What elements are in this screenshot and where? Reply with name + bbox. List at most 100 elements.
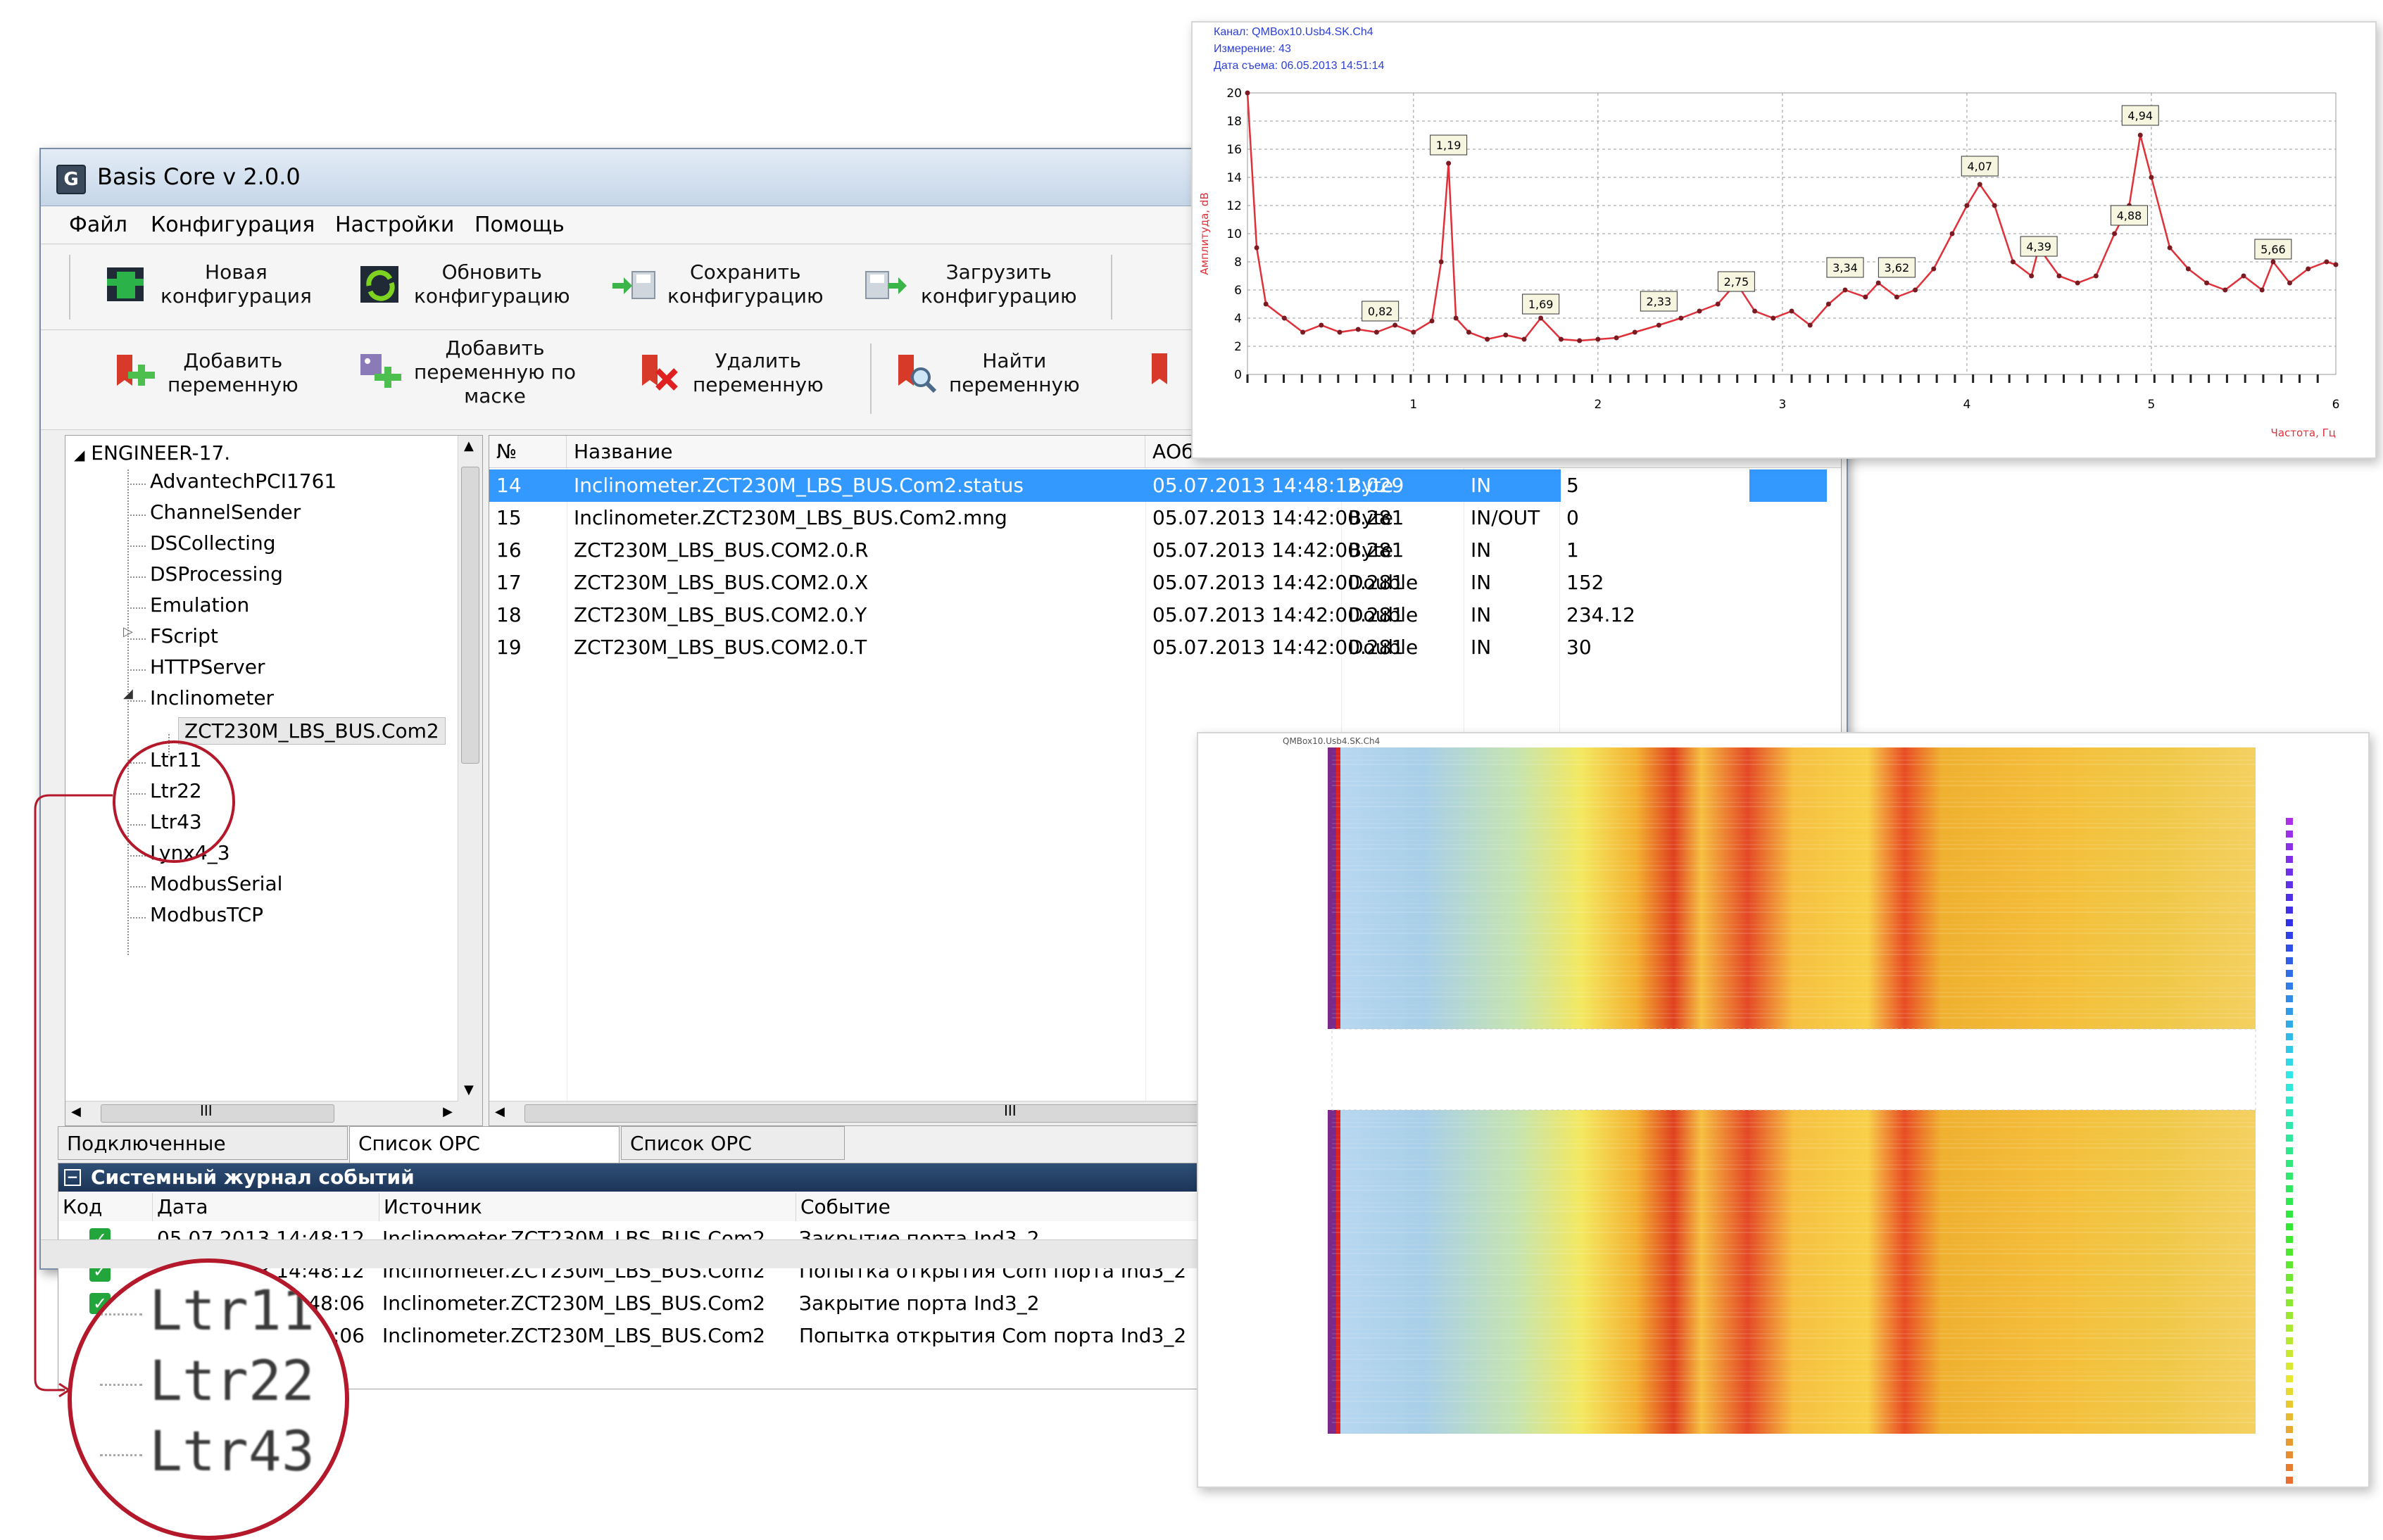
tree-node[interactable]: ModbusTCP — [150, 903, 263, 926]
x-tick-label: 3 — [1778, 398, 1786, 412]
menu-file[interactable]: Файл — [69, 213, 127, 237]
data-point — [2029, 273, 2035, 279]
menu-help[interactable]: Помощь — [474, 213, 565, 237]
menu-configuration[interactable]: Конфигурация — [151, 213, 315, 237]
menu-settings[interactable]: Настройки — [335, 213, 454, 237]
tab-connected-devices[interactable]: Подключенные устройства — [58, 1126, 348, 1189]
table-row[interactable]: 14 Inclinometer.ZCT230M_LBS_BUS.Com2.stat… — [489, 469, 1827, 502]
y-tick-label: 4 — [1234, 312, 1242, 326]
tree-scroll-thumb[interactable] — [461, 467, 479, 764]
data-point — [1697, 308, 1702, 314]
legend-swatch — [2286, 1033, 2293, 1040]
refresh-config-button[interactable]: Обновить конфигурацию — [358, 260, 570, 308]
tree-node[interactable]: AdvantechPCI1761 — [150, 469, 337, 493]
log-col-event[interactable]: Событие — [796, 1193, 1241, 1221]
x-tick-label: 2 — [1594, 398, 1602, 412]
data-point — [1245, 90, 1250, 96]
tree-node[interactable]: DSProcessing — [150, 562, 283, 586]
data-point — [1446, 160, 1452, 166]
tree-hscroll-thumb[interactable]: III — [101, 1102, 334, 1123]
scroll-down-arrow-icon[interactable]: ▼ — [464, 1083, 474, 1097]
load-config-button[interactable]: Загрузить конфигурацию — [864, 260, 1077, 308]
find-variable-button[interactable]: Найти переменную — [893, 349, 1080, 397]
col-name-header[interactable]: Название — [567, 436, 1145, 468]
cell-val: 0 — [1566, 506, 1579, 529]
tree-connector — [127, 576, 146, 578]
legend-swatch — [2286, 1097, 2293, 1104]
tree-node[interactable]: HTTPServer — [150, 655, 265, 679]
tree-node-selected[interactable]: ZCT230M_LBS_BUS.Com2 — [178, 717, 446, 745]
scroll-left-arrow-icon[interactable]: ◀ — [495, 1104, 505, 1119]
table-row[interactable]: 19 ZCT230M_LBS_BUS.COM2.0.T 05.07.2013 14:… — [489, 631, 1827, 664]
scroll-left-arrow-icon[interactable]: ◀ — [71, 1104, 81, 1119]
legend-swatch — [2286, 856, 2293, 863]
cell-type: Double — [1348, 571, 1419, 594]
new-config-icon — [104, 262, 149, 307]
tree-node[interactable]: ModbusSerial — [150, 872, 282, 895]
legend-swatch — [2286, 1388, 2293, 1395]
add-variable-label: Добавить переменную — [168, 349, 298, 396]
collapse-triangle-icon[interactable]: ◢ — [123, 686, 133, 701]
tab-opc-clients[interactable]: Список ОРС клиентов — [621, 1126, 845, 1189]
collapse-triangle-icon[interactable]: ◢ — [74, 446, 84, 463]
legend-swatch — [2286, 1464, 2293, 1471]
col-number-header[interactable]: № — [489, 436, 567, 468]
cell-val: 152 — [1566, 571, 1604, 594]
data-point — [2149, 175, 2154, 180]
log-col-source[interactable]: Источник — [379, 1193, 796, 1221]
tree-root[interactable]: ◢ ENGINEER-17. — [74, 441, 230, 465]
legend-swatch — [2286, 1363, 2293, 1370]
collapse-minus-icon[interactable]: − — [64, 1169, 81, 1186]
data-point — [1632, 329, 1637, 335]
tree-horizontal-scrollbar[interactable]: ◀ III ▶ — [65, 1101, 458, 1125]
save-config-button[interactable]: Сохранить конфигурацию — [611, 260, 824, 308]
scroll-right-arrow-icon[interactable]: ▶ — [443, 1104, 453, 1119]
save-config-icon — [611, 262, 656, 307]
legend-swatch — [2286, 1185, 2293, 1192]
data-point — [2185, 266, 2191, 272]
tab-opc-variables[interactable]: Список ОРС переменных — [349, 1126, 620, 1189]
tree-connector — [127, 917, 146, 919]
legend-swatch — [2286, 1439, 2293, 1446]
table-row[interactable]: 16 ZCT230M_LBS_BUS.COM2.0.R 05.07.2013 14:… — [489, 534, 1827, 567]
y-tick-label: 6 — [1234, 284, 1242, 298]
legend-swatch — [2286, 894, 2293, 901]
table-row[interactable]: 18 ZCT230M_LBS_BUS.COM2.0.Y 05.07.2013 14:… — [489, 599, 1827, 631]
tree-connector — [127, 669, 146, 671]
table-row[interactable]: 17 ZCT230M_LBS_BUS.COM2.0.X 05.07.2013 14:… — [489, 567, 1827, 599]
legend-swatch — [2286, 1059, 2293, 1066]
cell-n: 19 — [496, 636, 522, 659]
log-col-date[interactable]: Дата — [153, 1193, 379, 1221]
data-point — [1411, 329, 1416, 335]
tree-node[interactable]: ChannelSender — [150, 500, 301, 524]
data-point — [1558, 336, 1564, 342]
tree-connector — [127, 886, 146, 888]
add-variable-button[interactable]: Добавить переменную — [111, 349, 298, 397]
data-point — [1842, 287, 1848, 293]
new-config-button[interactable]: Новая конфигурация — [104, 260, 312, 308]
tree-connector — [127, 484, 146, 485]
add-variable-mask-button[interactable]: Добавить переменную по маске — [358, 336, 576, 408]
tree-node[interactable]: FScript — [150, 624, 218, 648]
peak-label: 3,34 — [1832, 261, 1858, 274]
tree-vertical-scrollbar[interactable]: ▲ ▼ — [458, 436, 482, 1125]
x-tick-label: 6 — [2332, 398, 2340, 412]
tree-node[interactable]: Emulation — [150, 593, 249, 617]
cell-name: Inclinometer.ZCT230M_LBS_BUS.Com2.mng — [574, 506, 1007, 529]
tree-node[interactable]: Inclinometer — [150, 686, 274, 709]
data-point — [1614, 335, 1619, 341]
tree-node[interactable]: DSCollecting — [150, 531, 275, 555]
delete-variable-button[interactable]: Удалить переменную — [636, 349, 824, 397]
legend-swatch — [2286, 869, 2293, 876]
legend-swatch — [2286, 1451, 2293, 1458]
data-point — [2259, 287, 2265, 293]
log-col-code[interactable]: Код — [58, 1193, 153, 1221]
table-row[interactable]: 15 Inclinometer.ZCT230M_LBS_BUS.Com2.mng 0… — [489, 502, 1827, 534]
scroll-up-arrow-icon[interactable]: ▲ — [464, 438, 474, 453]
cell-name: ZCT230M_LBS_BUS.COM2.0.X — [574, 571, 869, 594]
expand-triangle-icon[interactable]: ▷ — [123, 624, 133, 639]
legend-swatch — [2286, 1198, 2293, 1205]
add-variable-icon — [111, 351, 156, 396]
spectrum-chart: Канал: QMBox10.Usb4.SK.Ch4 Измерение: 43 Д… — [1198, 26, 2340, 439]
zoom-item: Ltr11 — [149, 1280, 315, 1343]
